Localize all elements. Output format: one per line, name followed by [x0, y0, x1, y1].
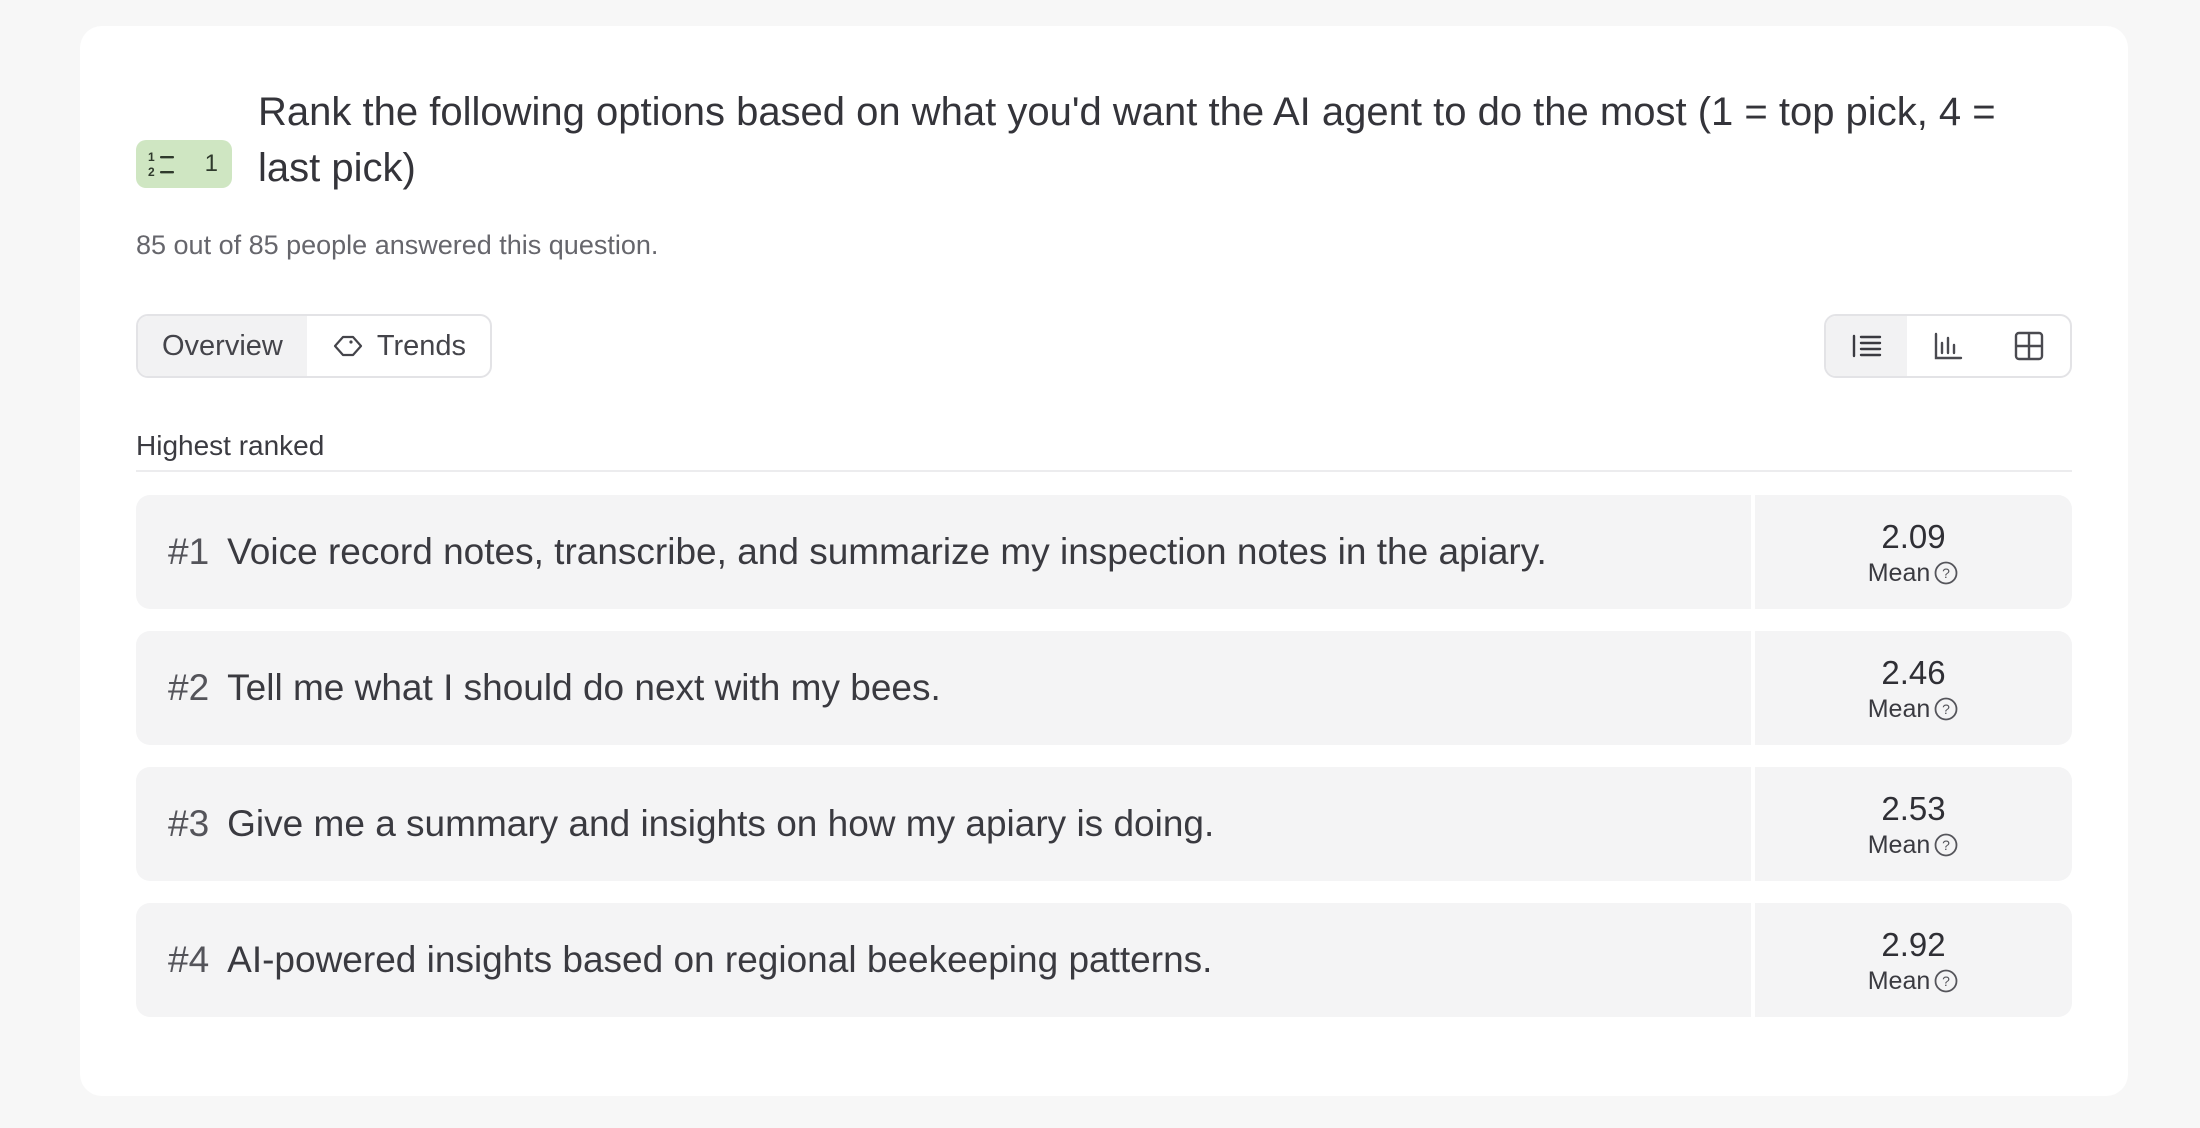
help-icon[interactable]: ?: [1933, 560, 1959, 586]
tab-trends[interactable]: Trends: [307, 316, 490, 376]
view-tabs: Overview Trends: [136, 314, 493, 378]
rank-number: #4: [168, 939, 210, 980]
mean-label: Mean ?: [1868, 831, 1960, 860]
mean-stat: 2.92 Mean ?: [1755, 903, 2072, 1017]
divider: [136, 470, 2072, 472]
mean-value: 2.09: [1881, 517, 1946, 555]
display-mode-toggle: [1824, 314, 2072, 378]
option-text: Voice record notes, transcribe, and summ…: [227, 531, 1547, 572]
svg-text:1: 1: [148, 150, 155, 164]
mean-label-text: Mean: [1867, 694, 1931, 723]
mean-value: 2.46: [1881, 653, 1946, 691]
ranking-list-icon: 1 2: [148, 150, 174, 179]
mean-value: 2.53: [1881, 789, 1946, 827]
question-title: Rank the following options based on what…: [258, 90, 1996, 190]
ranking-option: #3 Give me a summary and insights on how…: [136, 767, 1751, 881]
option-text: Give me a summary and insights on how my…: [227, 803, 1215, 844]
response-count: 85 out of 85 people answered this questi…: [136, 230, 659, 260]
rank-number: #2: [168, 667, 210, 708]
bar-chart-icon: [1934, 332, 1963, 360]
bar-chart-view-button[interactable]: [1907, 316, 1988, 376]
list-view-icon: [1852, 334, 1881, 358]
question-header: 1 2 1 Rank the following options based o…: [136, 84, 2076, 196]
ranking-option: #2 Tell me what I should do next with my…: [136, 631, 1751, 745]
list-view-button[interactable]: [1826, 316, 1908, 376]
option-text: AI-powered insights based on regional be…: [227, 939, 1213, 980]
ranking-row: #2 Tell me what I should do next with my…: [136, 631, 2072, 745]
help-icon[interactable]: ?: [1933, 968, 1959, 994]
mean-stat: 2.46 Mean ?: [1755, 631, 2072, 745]
rank-number: #1: [168, 531, 210, 572]
mean-label: Mean ?: [1868, 695, 1960, 724]
svg-text:2: 2: [148, 165, 155, 179]
mean-label-text: Mean: [1867, 966, 1931, 995]
mean-label: Mean ?: [1868, 967, 1960, 996]
svg-text:?: ?: [1942, 837, 1950, 853]
mean-label: Mean ?: [1868, 559, 1960, 588]
tag-icon: [333, 335, 362, 357]
section-label: Highest ranked: [136, 430, 325, 461]
grid-view-button[interactable]: [1989, 316, 2070, 376]
mean-label-text: Mean: [1867, 830, 1931, 859]
tab-overview-label: Overview: [162, 329, 283, 362]
mean-label-text: Mean: [1867, 558, 1931, 587]
rank-number: #3: [168, 803, 210, 844]
tab-trends-label: Trends: [376, 329, 467, 362]
svg-text:?: ?: [1942, 973, 1950, 989]
svg-text:?: ?: [1942, 701, 1950, 717]
ranking-option: #4 AI-powered insights based on regional…: [136, 903, 1751, 1017]
help-icon[interactable]: ?: [1933, 832, 1959, 858]
ranking-row: #1 Voice record notes, transcribe, and s…: [136, 495, 2072, 609]
mean-stat: 2.53 Mean ?: [1755, 767, 2072, 881]
option-text: Tell me what I should do next with my be…: [227, 667, 941, 708]
svg-text:?: ?: [1942, 565, 1950, 581]
ranking-option: #1 Voice record notes, transcribe, and s…: [136, 495, 1751, 609]
question-number: 1: [204, 150, 218, 177]
ranking-row: #4 AI-powered insights based on regional…: [136, 903, 2072, 1017]
mean-stat: 2.09 Mean ?: [1755, 495, 2072, 609]
ranking-row: #3 Give me a summary and insights on how…: [136, 767, 2072, 881]
tab-overview[interactable]: Overview: [138, 316, 307, 376]
mean-value: 2.92: [1881, 925, 1946, 963]
ranking-list: #1 Voice record notes, transcribe, and s…: [136, 495, 2072, 1039]
help-icon[interactable]: ?: [1933, 696, 1959, 722]
grid-view-icon: [2015, 331, 2044, 361]
question-card: 1 2 1 Rank the following options based o…: [80, 26, 2128, 1096]
ranking-question-badge: 1 2 1: [136, 140, 232, 188]
